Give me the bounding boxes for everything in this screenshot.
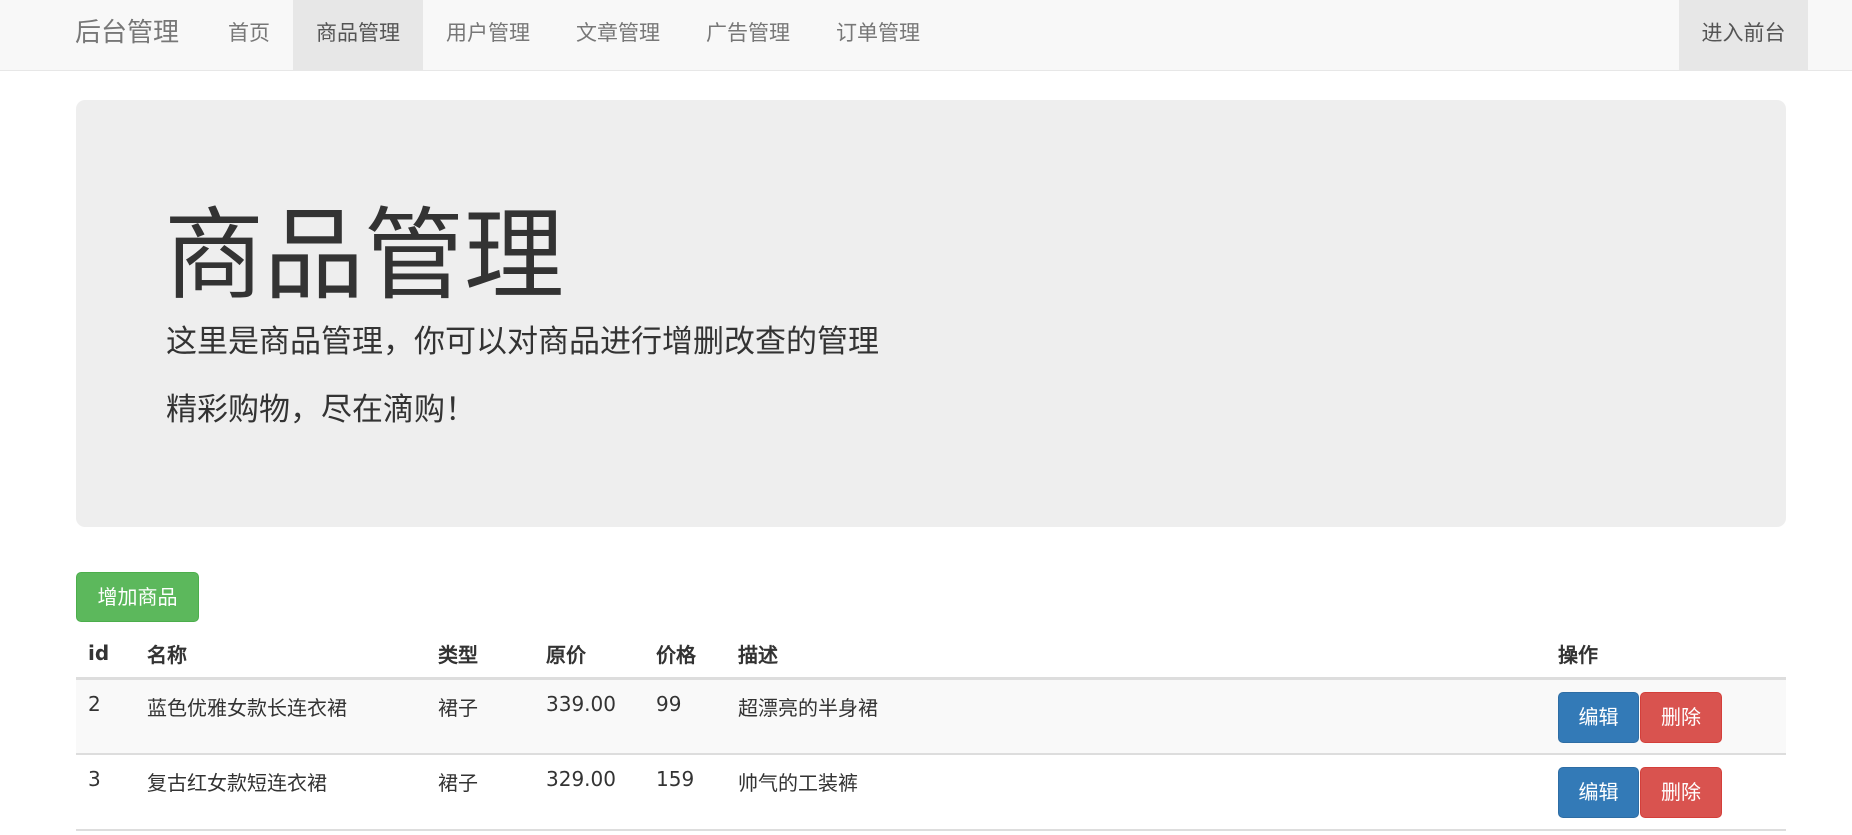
nav-item-orders[interactable]: 订单管理 (813, 0, 943, 70)
cell-price: 99 (644, 678, 726, 755)
page-slogan: 精彩购物，尽在滴购！ (166, 392, 476, 428)
product-table: id 名称 类型 原价 价格 描述 操作 2 蓝色优雅女款长连衣裙 裙子 339… (76, 630, 1786, 831)
nav-item-frontend[interactable]: 进入前台 (1679, 0, 1808, 70)
nav-item-home[interactable]: 首页 (205, 0, 293, 70)
edit-button[interactable]: 编辑 (1558, 767, 1639, 818)
column-header-id: id (76, 630, 135, 680)
page-title: 商品管理 (164, 197, 564, 314)
cell-description: 帅气的工装裤 (726, 754, 1546, 831)
nav-menu: 首页 商品管理 用户管理 文章管理 广告管理 订单管理 (205, 0, 943, 70)
cell-name: 蓝色优雅女款长连衣裙 (135, 678, 426, 755)
jumbotron: 商品管理 这里是商品管理，你可以对商品进行增删改查的管理 精彩购物，尽在滴购！ (76, 100, 1786, 527)
cell-type: 裙子 (426, 678, 534, 755)
table-row: 2 蓝色优雅女款长连衣裙 裙子 339.00 99 超漂亮的半身裙 编辑 删除 (76, 678, 1786, 755)
cell-name: 复古红女款短连衣裙 (135, 754, 426, 831)
edit-button[interactable]: 编辑 (1558, 691, 1639, 743)
nav-item-articles[interactable]: 文章管理 (553, 0, 683, 70)
column-header-price: 价格 (644, 630, 726, 680)
cell-id: 2 (76, 678, 135, 755)
column-header-description: 描述 (726, 630, 1546, 680)
cell-price: 159 (644, 754, 726, 831)
cell-original-price: 329.00 (534, 754, 644, 831)
column-header-name: 名称 (135, 630, 426, 680)
column-header-actions: 操作 (1546, 630, 1786, 680)
nav-item-ads[interactable]: 广告管理 (683, 0, 813, 70)
cell-actions: 编辑 删除 (1546, 754, 1786, 831)
nav-item-products[interactable]: 商品管理 (293, 0, 423, 70)
table-header-row: id 名称 类型 原价 价格 描述 操作 (76, 630, 1786, 680)
add-product-button[interactable]: 增加商品 (76, 572, 199, 622)
column-header-original-price: 原价 (534, 630, 644, 680)
cell-type: 裙子 (426, 754, 534, 831)
cell-actions: 编辑 删除 (1546, 678, 1786, 755)
page-description: 这里是商品管理，你可以对商品进行增删改查的管理 (166, 324, 879, 360)
delete-button[interactable]: 删除 (1640, 767, 1722, 818)
navbar-brand[interactable]: 后台管理 (75, 0, 179, 70)
table-row: 3 复古红女款短连衣裙 裙子 329.00 159 帅气的工装裤 编辑 删除 (76, 754, 1786, 831)
cell-original-price: 339.00 (534, 678, 644, 755)
top-navbar: 后台管理 首页 商品管理 用户管理 文章管理 广告管理 订单管理 进入前台 (0, 0, 1852, 71)
delete-button[interactable]: 删除 (1640, 691, 1722, 743)
nav-item-users[interactable]: 用户管理 (423, 0, 553, 70)
cell-id: 3 (76, 754, 135, 831)
cell-description: 超漂亮的半身裙 (726, 678, 1546, 755)
column-header-type: 类型 (426, 630, 534, 680)
